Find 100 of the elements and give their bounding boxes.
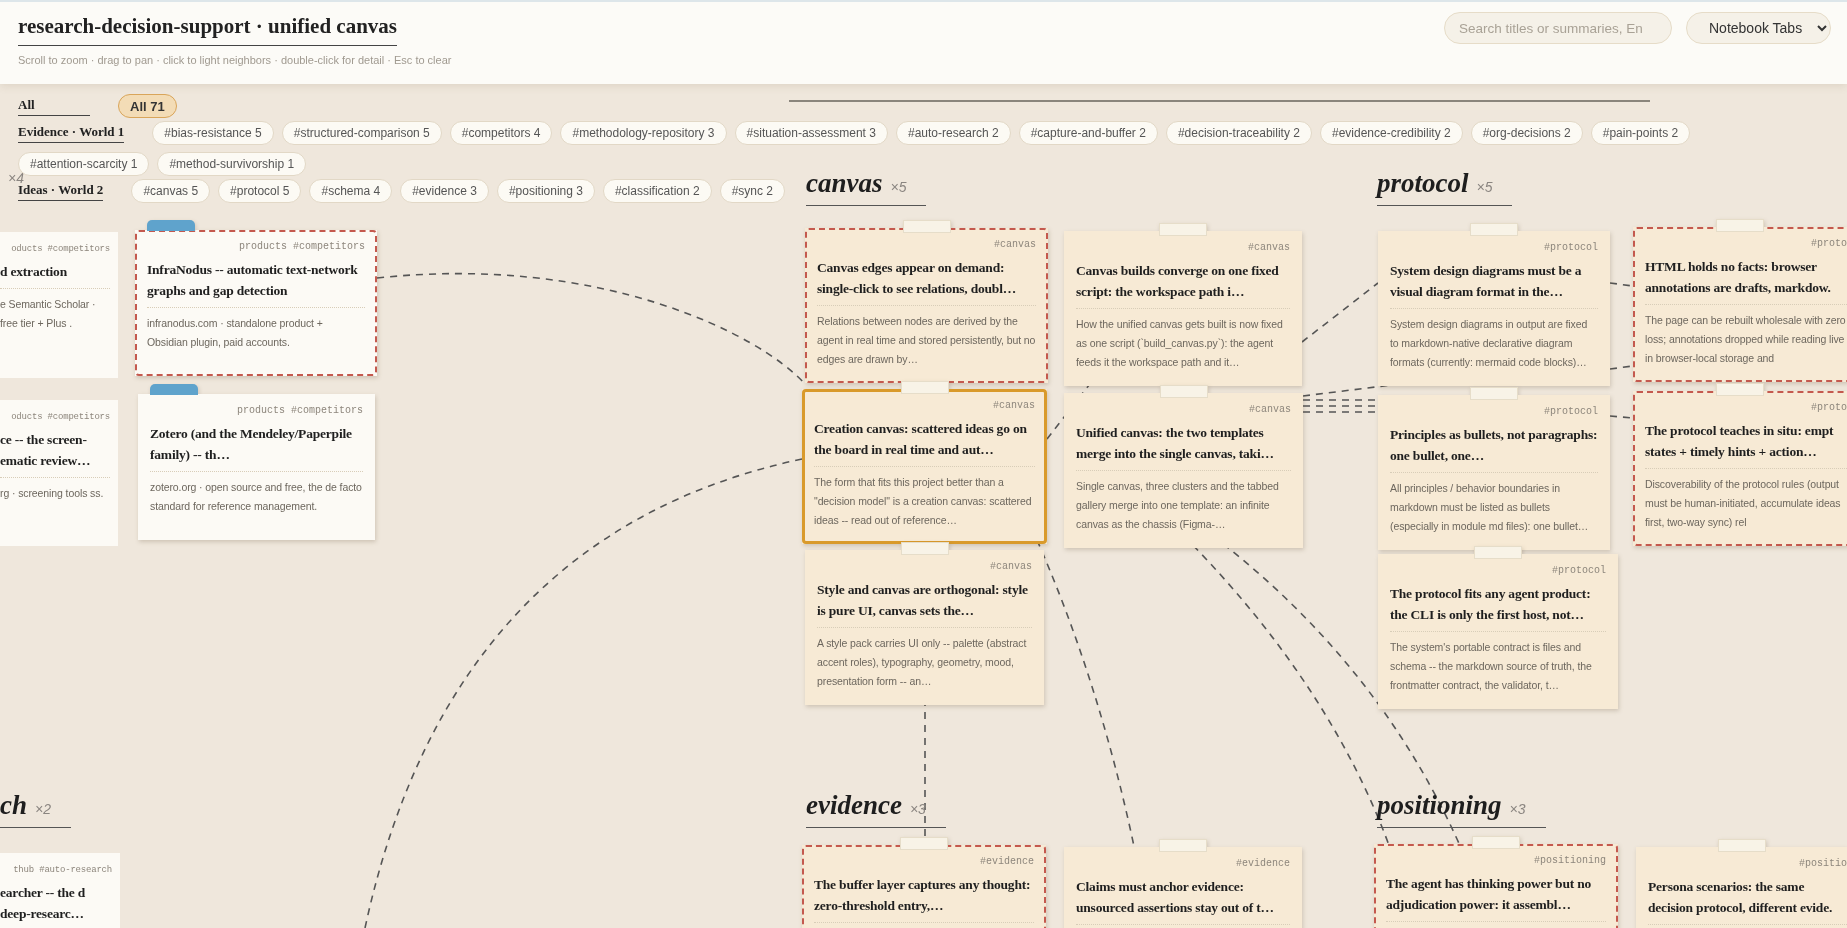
filter-chip[interactable]: #canvas 5 <box>131 179 211 203</box>
filter-chip[interactable]: #protocol 5 <box>218 179 302 203</box>
card-summary: The form that fits this project better than a "decision model" is a creation canvas: scattered ideas -- read out of reference… <box>814 475 1033 528</box>
search-field[interactable]: Search titles or summaries, En <box>1444 12 1672 44</box>
card-summary: How the unified canvas gets built is now fixed as one script (`build_canvas.py`): the agent feeds it the workspace path and it… <box>1076 317 1284 370</box>
card-title: Principles as bullets, not paragraphs: one bullet, one… <box>1390 424 1598 473</box>
filter-chip[interactable]: #method-survivorship 1 <box>157 152 307 176</box>
filter-chip[interactable]: #evidence-credibility 2 <box>1319 121 1463 145</box>
card-summary: The system's portable contract is files and schema -- the markdown source of truth, the frontmatter contract, the validator, t… <box>1390 640 1593 693</box>
card-tags: products #competitors <box>147 240 365 254</box>
card-tab <box>150 384 198 395</box>
card-tags: #evidence <box>1076 857 1290 871</box>
filter-chip[interactable]: #sync 2 <box>719 179 785 203</box>
filter-chip[interactable]: All 71 <box>118 94 177 118</box>
tape-strip <box>1716 383 1764 396</box>
view-select[interactable]: Notebook Tabs <box>1686 12 1831 44</box>
group-label: Evidence · World 1 <box>18 123 125 143</box>
cluster-title: positioning <box>1377 790 1502 821</box>
cluster-count: ×3 <box>909 801 926 817</box>
filter-chip[interactable]: #structured-comparison 5 <box>281 121 442 145</box>
group-label: All <box>18 96 90 116</box>
card-title: Style and canvas are orthogonal: style is pure UI, canvas sets the… <box>817 579 1032 628</box>
card-tags: #protocol <box>1390 241 1598 255</box>
card-title: Claims must anchor evidence: unsourced assertions stay out of t… <box>1076 876 1290 925</box>
card-tags: #proto <box>1645 401 1847 415</box>
filter-chip[interactable]: #capture-and-buffer 2 <box>1018 121 1158 145</box>
tape-strip <box>1474 546 1522 559</box>
card-tags: #positioning <box>1386 854 1606 868</box>
note-card[interactable]: #canvas Unified canvas: the two templates merge into the single canvas, taki… Single canvas, three clusters and the tabbed gallery merge into one template: an infinite canvas as the chassis (Figma-… <box>1064 383 1303 548</box>
cluster-count: ×3 <box>1509 801 1526 817</box>
card-summary: e Semantic Scholar · free tier + Plus . <box>0 297 97 331</box>
card-title: InfraNodus -- automatic text-network graphs and gap detection <box>147 259 365 308</box>
card-title: The agent has thinking power but no adjudication power: it assembl… <box>1386 873 1606 922</box>
card-tags: oducts #competitors <box>0 410 110 424</box>
card-title: The protocol teaches in situ: empt states + timely hints + action… <box>1645 420 1847 469</box>
card-title: d extraction <box>0 261 110 289</box>
page-title: research-decision-support · unified canvas <box>18 14 397 46</box>
card-summary: Single canvas, three clusters and the tabbed gallery merge into one template: an infinite canvas as the chassis (Figma-… <box>1076 479 1280 532</box>
card-title: System design diagrams must be a visual diagram format in the… <box>1390 260 1598 309</box>
tape-strip <box>902 220 951 233</box>
cluster-title: evidence <box>806 790 902 821</box>
card-tags: #canvas <box>817 560 1032 574</box>
card-title: Zotero (and the Mendeley/Paperpile family) -- th… <box>150 423 363 472</box>
card-title: Unified canvas: the two templates merge into the single canvas, taki… <box>1076 422 1291 471</box>
card-summary: Relations between nodes are derived by the agent in real time and stored persistently, but no edges are drawn by… <box>817 314 1036 367</box>
tape-strip <box>1470 387 1518 400</box>
card-summary: infranodus.com · standalone product + Obsidian plugin, paid accounts. <box>147 316 324 350</box>
filter-chip[interactable]: #evidence 3 <box>400 179 489 203</box>
tape-strip <box>1716 219 1764 232</box>
card-title: Canvas edges appear on demand: single-click to see relations, doubl… <box>817 257 1036 306</box>
cluster-count: ×5 <box>890 179 907 195</box>
note-card[interactable]: products #competitors InfraNodus -- automatic text-network graphs and gap detection infranodus.com · standalone product + Obsidian plugin, paid accounts. <box>135 220 377 376</box>
card-summary: A style pack carries UI only -- palette (abstract accent roles), typography, geometry, mood, presentation form -- an… <box>817 636 1028 689</box>
card-title: The buffer layer captures any thought: zero-threshold entry,… <box>814 874 1034 923</box>
note-card[interactable]: #canvas Style and canvas are orthogonal: style is pure UI, canvas sets the… A style pack carries UI only -- palette (abstract accent roles), typography, geometry, mood, presentation form -- an… <box>805 540 1044 705</box>
filter-chip[interactable]: #auto-research 2 <box>895 121 1011 145</box>
filter-chip[interactable]: #bias-resistance 5 <box>152 121 274 145</box>
card-title: HTML holds no facts: browser annotations are drafts, markdow. <box>1645 256 1847 305</box>
filter-chip[interactable]: #schema 4 <box>309 179 393 203</box>
filter-chip[interactable]: #classification 2 <box>602 179 712 203</box>
card-tags: #proto <box>1645 237 1847 251</box>
filter-chip[interactable]: #org-decisions 2 <box>1470 121 1583 145</box>
cluster-count: ×5 <box>1476 179 1493 195</box>
card-tab <box>147 220 195 231</box>
cluster-title: ch <box>0 790 27 821</box>
note-card[interactable]: products #competitors Zotero (and the Mendeley/Paperpile family) -- th… zotero.org · open source and free, the de facto standard for reference management. <box>138 384 375 540</box>
card-summary: zotero.org · open source and free, the de facto standard for reference management. <box>150 480 363 514</box>
filter-chip[interactable]: #methodology-repository 3 <box>560 121 727 145</box>
card-tags: #canvas <box>1076 241 1290 255</box>
card-summary: rg · screening tools ss. <box>0 486 105 501</box>
card-title: earcher -- the d deep-researc… <box>0 882 112 928</box>
tape-strip <box>900 542 949 555</box>
card-summary: The page can be rebuilt wholesale with zero loss; annotations dropped while reading live in browser-local storage and <box>1645 313 1847 366</box>
card-tags: products #competitors <box>150 404 363 418</box>
card-summary: Discoverability of the protocol rules (output must be human-initiated, accumulate ideas first, two-way sync) rel <box>1645 477 1842 530</box>
note-card[interactable] <box>802 379 1047 544</box>
note-card[interactable] <box>1378 544 1618 709</box>
card-title: Canvas builds converge on one fixed script: the workspace path i… <box>1076 260 1290 309</box>
note-card[interactable]: #protocol System design diagrams must be a visual diagram format in the… System design diagrams in output are fixed to markdown-native declarative diagram formats (currently: mermaid code blocks)… <box>1378 221 1610 386</box>
card-tags: #canvas <box>817 238 1036 252</box>
tape-strip <box>1159 385 1208 398</box>
filter-chip[interactable]: #competitors 4 <box>449 121 553 145</box>
note-card[interactable]: #canvas Canvas edges appear on demand: single-click to see relations, doubl… Relations between nodes are derived by the agent in real time and stored persistently, but no edges are drawn by… <box>805 218 1048 383</box>
note-card[interactable]: #proto The protocol teaches in situ: empt states + timely hints + action… Discoverability of the protocol rules (output must be human-initiated, accumulate ideas first, two-way sync) rel <box>1633 381 1847 546</box>
filter-chip[interactable]: #decision-traceability 2 <box>1165 121 1312 145</box>
note-card[interactable] <box>1064 221 1302 386</box>
cluster-title: canvas <box>806 168 883 199</box>
card-summary: All principles / behavior boundaries in markdown must be listed as bullets (especially in module md files): one bullet… <box>1390 481 1590 534</box>
card-title: Creation canvas: scattered ideas go on the board in real time and aut… <box>814 418 1035 467</box>
filter-chip[interactable]: #situation-assessment 3 <box>734 121 888 145</box>
filter-chip[interactable]: #positioning 3 <box>496 179 595 203</box>
tape-strip <box>1159 839 1207 852</box>
card-title: ce -- the screen- ematic review… <box>0 429 110 478</box>
card-summary: System design diagrams in output are fixed to markdown-native declarative diagram formats (currently: mermaid code blocks)… <box>1390 317 1589 370</box>
card-tags: thub #auto-research <box>0 863 112 877</box>
hint-text: Scroll to zoom · drag to pan · click to light neighbors · double-click for detail · Esc to clear <box>18 54 452 66</box>
cluster-title: protocol <box>1377 168 1469 199</box>
note-card[interactable]: #proto HTML holds no facts: browser annotations are drafts, markdow. The page can be rebuilt wholesale with zero loss; annotations dropped while reading live in browser-local storage and <box>1633 217 1847 382</box>
filter-chip[interactable]: #pain-points 2 <box>1590 121 1691 145</box>
cluster-count: ×2 <box>35 801 51 817</box>
